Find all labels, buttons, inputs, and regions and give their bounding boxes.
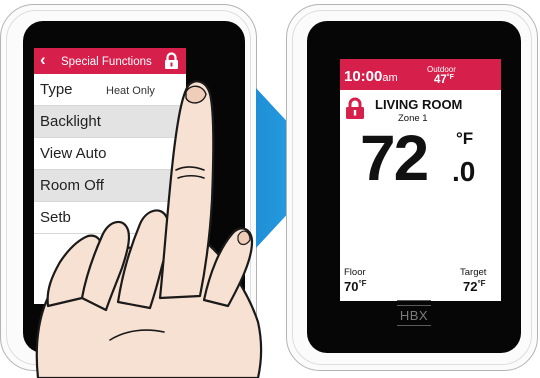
menu-item-room-off[interactable]: Room Off [34, 170, 186, 202]
floor-temperature: 70°F [344, 279, 367, 294]
special-functions-menu-screen: ‹ Special Functions Type Heat Only Backl… [34, 48, 186, 304]
clock-time: 10:00am [344, 68, 398, 85]
thermostat-home-screen: 10:00am Outdoor 47°F LIVING ROOM Zone 1 … [340, 59, 501, 301]
temperature-decimal: .0 [452, 156, 476, 187]
menu-item-label: Setb [40, 209, 71, 226]
target-label: Target [460, 267, 487, 278]
chevron-left-icon[interactable]: ‹ [40, 50, 46, 70]
floor-label: Floor [344, 267, 366, 278]
menu-item-value: Heat Only [106, 85, 155, 97]
menu-header: ‹ Special Functions [34, 48, 186, 74]
menu-item-label: Room Off [40, 177, 104, 194]
room-name: LIVING ROOM [375, 97, 463, 112]
temperature-unit: °F [456, 129, 474, 148]
menu-item-label: Backlight [40, 113, 101, 130]
menu-item-view-auto[interactable]: View Auto [34, 138, 186, 170]
outdoor-label: Outdoor [427, 65, 456, 74]
lock-icon[interactable] [164, 52, 179, 70]
brand-logo: HBX [399, 308, 429, 323]
outdoor-temperature: 47°F [434, 74, 454, 86]
menu-title: Special Functions [61, 56, 152, 68]
brand-logo-underline [397, 325, 431, 326]
menu-item-type[interactable]: Type Heat Only [34, 74, 186, 106]
menu-item-label: Type [40, 81, 73, 98]
target-temperature[interactable]: 72°F [463, 279, 486, 294]
status-header: 10:00am Outdoor 47°F [340, 59, 501, 90]
lock-icon[interactable] [345, 97, 365, 120]
menu-item-label: View Auto [40, 145, 107, 162]
menu-item-backlight[interactable]: Backlight [34, 106, 186, 138]
current-temperature: 72 [360, 122, 429, 194]
menu-item-setback[interactable]: Setb [34, 202, 186, 234]
brand-logo-lines [397, 300, 431, 306]
